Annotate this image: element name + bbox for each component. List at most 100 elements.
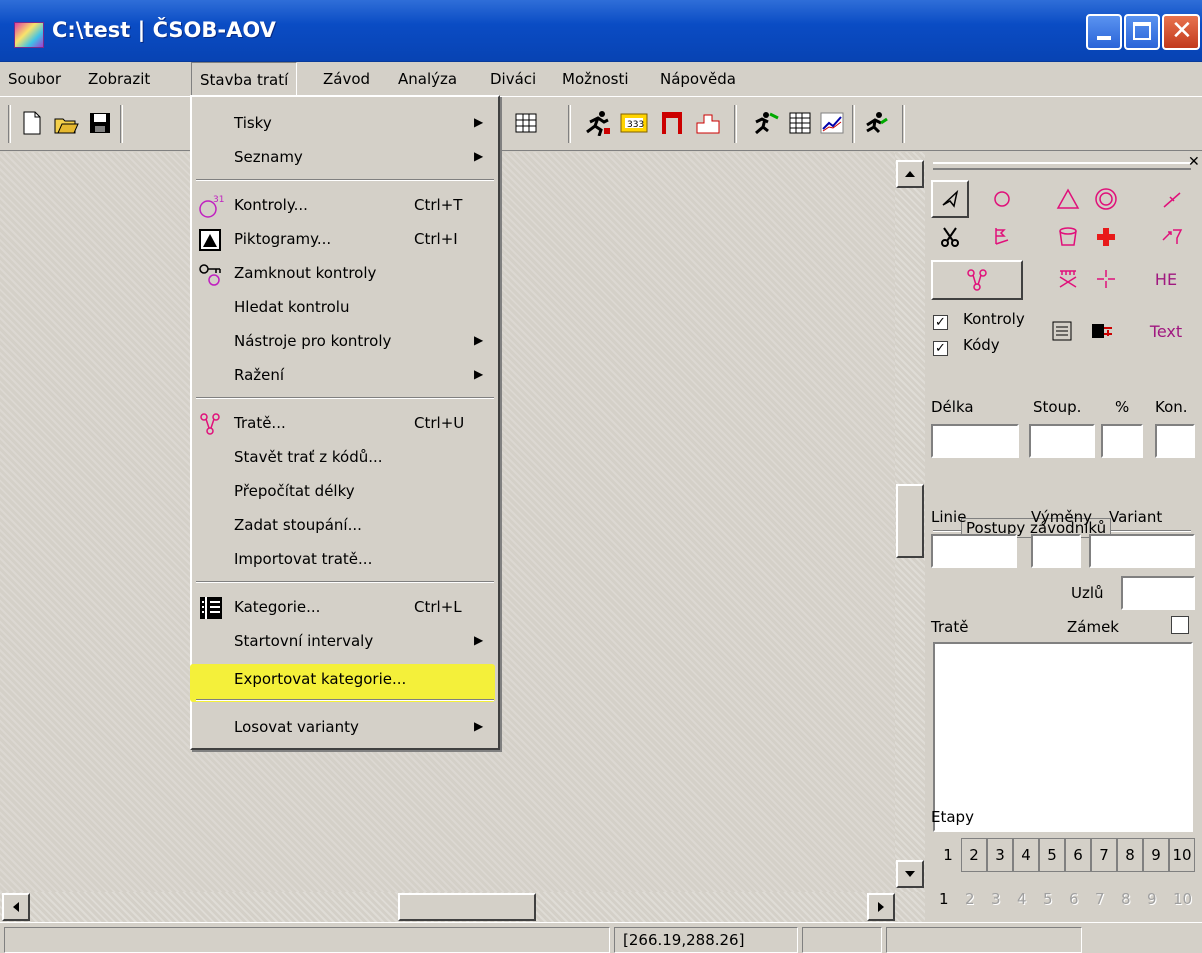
stage-tab[interactable]: 6 bbox=[1065, 838, 1091, 872]
menu-stavba-trati[interactable]: Stavba tratí bbox=[191, 62, 298, 96]
percent-field[interactable] bbox=[1101, 424, 1143, 458]
kody-checkbox[interactable]: ✓ bbox=[933, 341, 948, 356]
open-folder-icon[interactable] bbox=[52, 109, 80, 137]
menu-item-seznamy[interactable]: Seznamy ▶ bbox=[192, 141, 498, 175]
trate-listbox[interactable] bbox=[933, 642, 1193, 832]
menu-moznosti[interactable]: Možnosti bbox=[562, 70, 629, 88]
stage-indicator: 10 bbox=[1173, 890, 1193, 908]
select-arrow-icon[interactable] bbox=[931, 180, 969, 218]
podium-icon[interactable] bbox=[694, 109, 722, 137]
linie-field[interactable] bbox=[931, 534, 1017, 568]
circle-control-icon[interactable] bbox=[983, 180, 1021, 218]
kon-field[interactable] bbox=[1155, 424, 1195, 458]
menu-item-trate[interactable]: Tratě... Ctrl+U bbox=[192, 407, 498, 441]
direction-funnel-icon[interactable] bbox=[1153, 218, 1191, 256]
menu-napoveda[interactable]: Nápověda bbox=[660, 70, 736, 88]
stage-tab[interactable]: 8 bbox=[1117, 838, 1143, 872]
scroll-left-button[interactable] bbox=[2, 893, 30, 921]
stage-tab[interactable]: 1 bbox=[935, 838, 961, 872]
trate-label: Tratě bbox=[931, 618, 969, 636]
menu-item-zamknout-kontroly[interactable]: Zamknout kontroly bbox=[192, 257, 498, 291]
close-button[interactable]: ✕ bbox=[1162, 14, 1200, 50]
grid-icon[interactable] bbox=[512, 109, 540, 137]
stavba-trati-menu: Tisky ▶ Seznamy ▶ 31 Kontroly... Ctrl+T Piktogr… bbox=[190, 95, 500, 750]
line-chart-icon[interactable] bbox=[818, 109, 846, 137]
scroll-up-button[interactable] bbox=[896, 160, 924, 188]
cup-refreshment-icon[interactable] bbox=[1049, 218, 1087, 256]
menu-soubor[interactable]: Soubor bbox=[8, 70, 61, 88]
crosshair-icon[interactable] bbox=[1087, 260, 1125, 298]
punch-card-icon[interactable]: 333 bbox=[620, 109, 648, 137]
legend-box-icon[interactable] bbox=[1043, 312, 1081, 350]
panel-close-icon[interactable]: ✕ bbox=[1188, 154, 1200, 170]
menu-item-label: Importovat tratě... bbox=[234, 550, 373, 568]
menu-item-exportovat-kategorie[interactable]: Exportovat kategorie... bbox=[192, 663, 498, 697]
horizontal-scrollbar[interactable] bbox=[0, 892, 925, 922]
toolbar-separator bbox=[568, 105, 571, 143]
double-circle-finish-icon[interactable] bbox=[1087, 180, 1125, 218]
menu-item-stavet-trat-z-kodu[interactable]: Stavět trať z kódů... bbox=[192, 441, 498, 475]
kontroly-checkbox[interactable]: ✓ bbox=[933, 315, 948, 330]
menu-item-prepocitat-delky[interactable]: Přepočítat délky bbox=[192, 475, 498, 509]
menu-item-hledat-kontrolu[interactable]: Hledat kontrolu bbox=[192, 291, 498, 325]
first-aid-cross-icon[interactable] bbox=[1087, 218, 1125, 256]
menu-item-piktogramy[interactable]: Piktogramy... Ctrl+I bbox=[192, 223, 498, 257]
scroll-down-button[interactable] bbox=[896, 860, 924, 888]
menu-separator bbox=[196, 699, 494, 701]
status-bar: [266.19,288.26] bbox=[0, 922, 1202, 953]
menu-item-razeni[interactable]: Ražení ▶ bbox=[192, 359, 498, 393]
menu-item-losovat-varianty[interactable]: Losovat varianty ▶ bbox=[192, 711, 498, 745]
uzlu-field[interactable] bbox=[1121, 576, 1195, 610]
menu-bar: Soubor Zobrazit Stavba tratí Závod Analý… bbox=[0, 62, 1202, 96]
horizontal-scroll-thumb[interactable] bbox=[398, 893, 536, 921]
menu-analyza[interactable]: Analýza bbox=[398, 70, 457, 88]
menu-item-nastroje-pro-kontroly[interactable]: Nástroje pro kontroly ▶ bbox=[192, 325, 498, 359]
flag-tool-icon[interactable] bbox=[983, 218, 1021, 256]
runner-icon[interactable] bbox=[584, 109, 612, 137]
text-tool-button[interactable]: Text bbox=[1147, 312, 1185, 350]
menu-item-startovni-intervaly[interactable]: Startovní intervaly ▶ bbox=[192, 625, 498, 659]
stage-tab[interactable]: 7 bbox=[1091, 838, 1117, 872]
vertical-scrollbar[interactable] bbox=[895, 152, 925, 892]
submenu-arrow-icon: ▶ bbox=[474, 633, 484, 647]
runner-back-icon[interactable] bbox=[862, 109, 890, 137]
start-gate-icon[interactable] bbox=[658, 109, 686, 137]
panel-grip[interactable] bbox=[933, 162, 1191, 170]
spectator-runner-icon[interactable] bbox=[752, 109, 780, 137]
stage-tab[interactable]: 5 bbox=[1039, 838, 1065, 872]
menu-item-importovat-trate[interactable]: Importovat tratě... bbox=[192, 543, 498, 577]
line-tool-icon[interactable] bbox=[1153, 180, 1191, 218]
menu-item-shortcut: Ctrl+T bbox=[414, 196, 463, 214]
he-tool-button[interactable]: HE bbox=[1147, 260, 1185, 298]
vertical-scroll-thumb[interactable] bbox=[896, 484, 924, 558]
menu-zavod[interactable]: Závod bbox=[323, 70, 370, 88]
menu-item-zadat-stoupani[interactable]: Zadat stoupání... bbox=[192, 509, 498, 543]
zamek-checkbox[interactable] bbox=[1171, 616, 1189, 634]
scroll-right-button[interactable] bbox=[867, 893, 895, 921]
stage-tab[interactable]: 10 bbox=[1169, 838, 1195, 872]
linie-label: Linie bbox=[931, 508, 967, 526]
menu-item-tisky[interactable]: Tisky ▶ bbox=[192, 107, 498, 141]
vymeny-field[interactable] bbox=[1031, 534, 1081, 568]
delka-field[interactable] bbox=[931, 424, 1019, 458]
new-file-icon[interactable] bbox=[18, 109, 46, 137]
menu-item-kontroly[interactable]: 31 Kontroly... Ctrl+T bbox=[192, 189, 498, 223]
stage-tab[interactable]: 3 bbox=[987, 838, 1013, 872]
stage-tab[interactable]: 2 bbox=[961, 838, 987, 872]
menu-item-kategorie[interactable]: Kategorie... Ctrl+L bbox=[192, 591, 498, 625]
stoupani-field[interactable] bbox=[1029, 424, 1095, 458]
maximize-button[interactable] bbox=[1124, 14, 1160, 50]
minimize-button[interactable] bbox=[1086, 14, 1122, 50]
variant-field[interactable] bbox=[1089, 534, 1195, 568]
menu-zobrazit[interactable]: Zobrazit bbox=[88, 70, 150, 88]
triangle-start-icon[interactable] bbox=[1049, 180, 1087, 218]
menu-divaci[interactable]: Diváci bbox=[490, 70, 536, 88]
symbol-insert-icon[interactable] bbox=[1083, 312, 1121, 350]
save-icon[interactable] bbox=[86, 109, 114, 137]
table-icon[interactable] bbox=[786, 109, 814, 137]
crossing-point-icon[interactable] bbox=[1049, 260, 1087, 298]
course-tool-button[interactable] bbox=[931, 260, 1023, 300]
stage-tab[interactable]: 9 bbox=[1143, 838, 1169, 872]
stage-tab[interactable]: 4 bbox=[1013, 838, 1039, 872]
scissors-icon[interactable] bbox=[931, 218, 969, 256]
